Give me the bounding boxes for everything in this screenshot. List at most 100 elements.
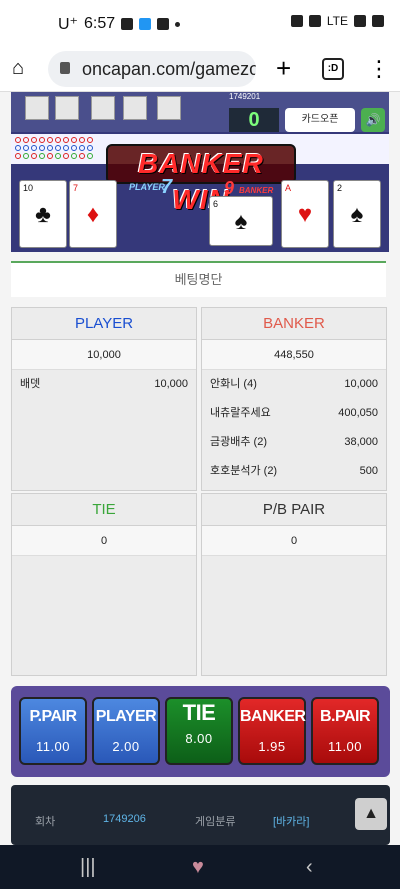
browser-toolbar: ⌂ oncapan.com/gamezo + :D ⋮ [0, 46, 400, 92]
bead-dot [47, 153, 53, 159]
bettor-name: 호호분석가 (2) [210, 465, 278, 477]
bead-dot [55, 153, 61, 159]
tie-bets-panel: TIE 0 [11, 493, 197, 676]
banker-card-3: 2 ♠ [333, 180, 381, 248]
banker-tag: BANKER [239, 186, 274, 195]
round-value: 1749206 [103, 813, 146, 825]
banker-bet-button[interactable]: BANKER 1.95 [238, 697, 306, 765]
bead-dot [31, 153, 37, 159]
menu-icon[interactable]: ⋮ [368, 56, 390, 82]
bead-dot [39, 145, 45, 151]
pair-panel-title: P/B PAIR [202, 494, 386, 526]
network-label: LTE [326, 14, 348, 28]
back-icon[interactable]: ‹ [306, 855, 313, 879]
player-bet-button[interactable]: PLAYER 2.00 [92, 697, 160, 765]
bead-dot [71, 153, 77, 159]
player-tag: PLAYER [129, 182, 165, 192]
round-number: 1749201 [229, 92, 261, 101]
alarm-icon [308, 15, 321, 27]
bead-dot [55, 137, 61, 143]
bead-dot [39, 137, 45, 143]
list-item: 내츄랄주세요 400,050 [202, 399, 386, 428]
list-item: 금광배추 (2) 38,000 [202, 428, 386, 457]
banker-panel-title: BANKER [202, 308, 386, 340]
bettor-name: 배뎃 [20, 378, 41, 390]
status-bar: U⁺ 6:57 LTE [0, 0, 400, 46]
home-icon[interactable]: ⌂ [12, 57, 34, 79]
bead-dot [87, 137, 93, 143]
new-tab-icon[interactable]: + [276, 54, 291, 82]
bet-button-bar: P.PAIR 11.00 PLAYER 2.00 TIE 8.00 BANKER… [11, 686, 390, 777]
bead-dot [71, 145, 77, 151]
round-label: 회차 [35, 816, 56, 828]
player-card-2: 7 ♦ [69, 180, 117, 248]
bet-amount: 38,000 [344, 436, 378, 448]
b-pair-bet-button[interactable]: B.PAIR 11.00 [311, 697, 379, 765]
shoe-card-icon [123, 96, 147, 120]
bead-dot [79, 137, 85, 143]
result-banner: BANKER WIN [106, 144, 296, 215]
pair-total: 0 [202, 526, 386, 556]
bettor-name: 안화니 (4) [210, 378, 257, 390]
bet-amount: 500 [359, 465, 378, 477]
bead-dot [23, 137, 29, 143]
p-pair-bet-button[interactable]: P.PAIR 11.00 [19, 697, 87, 765]
bet-amount: 10,000 [344, 378, 378, 390]
bead-dot [79, 153, 85, 159]
bead-dot [15, 153, 21, 159]
bead-dot [47, 145, 53, 151]
banker-total: 448,550 [202, 340, 386, 370]
shoe-card-icon [25, 96, 49, 120]
recent-apps-icon[interactable]: ||| [80, 855, 96, 879]
bet-amount: 400,050 [338, 407, 378, 419]
bead-dot [71, 137, 77, 143]
bead-dot [39, 153, 45, 159]
address-bar[interactable]: oncapan.com/gamezo [48, 51, 256, 87]
player-total: 10,000 [12, 340, 196, 370]
bead-dot [15, 137, 21, 143]
open-card-button[interactable]: 카드오픈 [285, 108, 355, 132]
tie-total: 0 [12, 526, 196, 556]
bet-counter: 0 [229, 108, 279, 132]
tie-bet-button[interactable]: TIE 8.00 [165, 697, 233, 765]
list-item: 호호분석가 (2) 500 [202, 457, 386, 486]
bead-dot [79, 145, 85, 151]
bead-road-dots [15, 136, 105, 162]
game-info-box: 회차 1749206 게임분류 [바카라] [11, 785, 390, 845]
tie-panel-title: TIE [12, 494, 196, 526]
banker-card-1: 6 ♠ [209, 196, 273, 246]
notification-dot-icon [175, 21, 181, 27]
bead-dot [63, 153, 69, 159]
bead-dot [47, 137, 53, 143]
bead-dot [23, 145, 29, 151]
heart-icon[interactable]: ♥ [192, 855, 204, 879]
battery-icon [372, 15, 384, 27]
tab-switcher-icon[interactable]: :D [322, 58, 344, 80]
signal-icon [354, 15, 366, 27]
sound-icon[interactable]: 🔊 [361, 108, 385, 132]
pair-bets-panel: P/B PAIR 0 [201, 493, 387, 676]
gallery-icon [121, 18, 134, 30]
status-left: U⁺ 6:57 [58, 14, 181, 34]
shoe-card-icon [157, 96, 181, 120]
category-label: 게임분류 [195, 816, 236, 828]
lock-icon [60, 62, 70, 74]
android-nav-bar: ||| ♥ ‹ [0, 845, 400, 889]
bead-dot [23, 153, 29, 159]
player-card-1: 10 ♣ [19, 180, 67, 248]
bead-dot [63, 145, 69, 151]
bead-dot [87, 145, 93, 151]
player-panel-title: PLAYER [12, 308, 196, 340]
shoe-card-icon [91, 96, 115, 120]
bettor-name: 내츄랄주세요 [210, 407, 271, 419]
bead-dot [87, 153, 93, 159]
scroll-top-icon[interactable]: ▲ [355, 798, 387, 830]
lock-mode-icon [290, 15, 303, 27]
youtube-icon [157, 18, 170, 30]
list-item: 배뎃 10,000 [12, 370, 196, 399]
clock: 6:57 [84, 15, 116, 32]
player-score: 7 [161, 176, 173, 198]
banker-bets-panel: BANKER 448,550 안화니 (4) 10,000 내츄랄주세요 400… [201, 307, 387, 491]
bettor-name: 금광배추 (2) [210, 436, 267, 448]
bead-dot [31, 145, 37, 151]
